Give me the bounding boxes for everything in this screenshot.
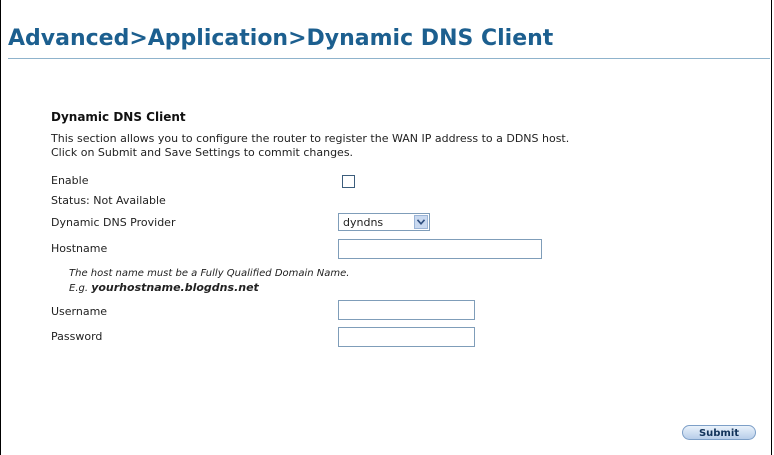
provider-label: Dynamic DNS Provider [51,216,176,229]
username-label: Username [51,305,108,318]
provider-select-value: dyndns [343,216,384,229]
hostname-label: Hostname [51,242,108,255]
hostname-example-prefix: E.g. [69,283,92,294]
enable-checkbox[interactable] [342,175,355,188]
section-heading: Dynamic DNS Client [51,110,186,124]
page-title: Advanced>Application>Dynamic DNS Client [8,26,554,51]
submit-button[interactable]: Submit [682,425,756,440]
section-description-line2: Click on Submit and Save Settings to com… [51,146,354,159]
chevron-down-icon[interactable] [414,215,428,229]
enable-label: Enable [51,174,89,187]
section-description-line1: This section allows you to configure the… [51,132,570,145]
hostname-example: E.g. yourhostname.blogdns.net [69,281,259,294]
hostname-hint: The host name must be a Fully Qualified … [69,268,350,279]
title-divider [8,58,770,59]
username-input[interactable] [338,300,475,320]
hostname-example-value: yourhostname.blogdns.net [91,281,259,294]
password-label: Password [51,330,103,343]
hostname-input[interactable] [338,239,542,259]
status-text: Status: Not Available [51,194,166,207]
password-input[interactable] [338,327,475,347]
provider-select[interactable]: dyndns [338,213,430,231]
